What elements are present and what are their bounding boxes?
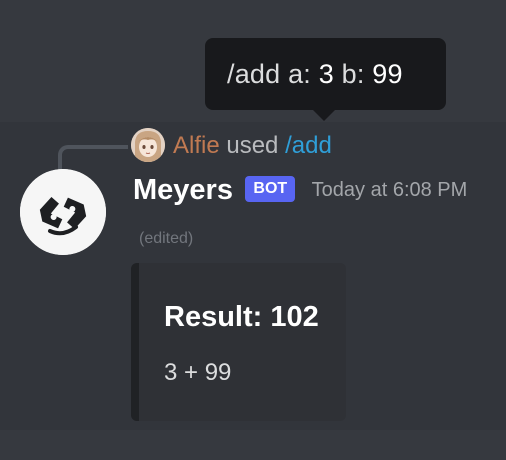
result-embed: Result: 102 3 + 99 [131, 263, 346, 421]
embed-title: Result: 102 [164, 301, 319, 333]
tooltip-option-a-label: a: [288, 59, 311, 89]
embed-description: 3 + 99 [164, 359, 232, 386]
tooltip-option-a-value: 3 [318, 59, 334, 89]
tooltip-caret [313, 110, 335, 121]
bot-username[interactable]: Meyers [133, 174, 233, 206]
tooltip-command: /add [227, 59, 281, 89]
command-tooltip: /add a: 3 b: 99 [205, 38, 446, 110]
bot-logo-icon[interactable] [20, 169, 106, 255]
embed-accent-bar [131, 263, 139, 421]
tooltip-option-b-label: b: [341, 59, 365, 89]
message-header: Meyers BOT Today at 6:08 PM [133, 174, 467, 214]
tooltip-option-b-value: 99 [372, 59, 403, 89]
reply-username[interactable]: Alfie [173, 132, 220, 159]
edited-indicator: (edited) [139, 230, 194, 247]
reply-action: used [226, 132, 279, 159]
reply-command-link[interactable]: /add [285, 132, 332, 159]
reply-spine [58, 145, 128, 169]
bot-badge: BOT [245, 175, 296, 202]
reply-reference[interactable]: Alfie used /add [173, 130, 332, 162]
message-timestamp[interactable]: Today at 6:08 PM [312, 179, 468, 201]
chat-background-bottom [0, 430, 506, 460]
anime-avatar-icon[interactable] [131, 128, 165, 162]
